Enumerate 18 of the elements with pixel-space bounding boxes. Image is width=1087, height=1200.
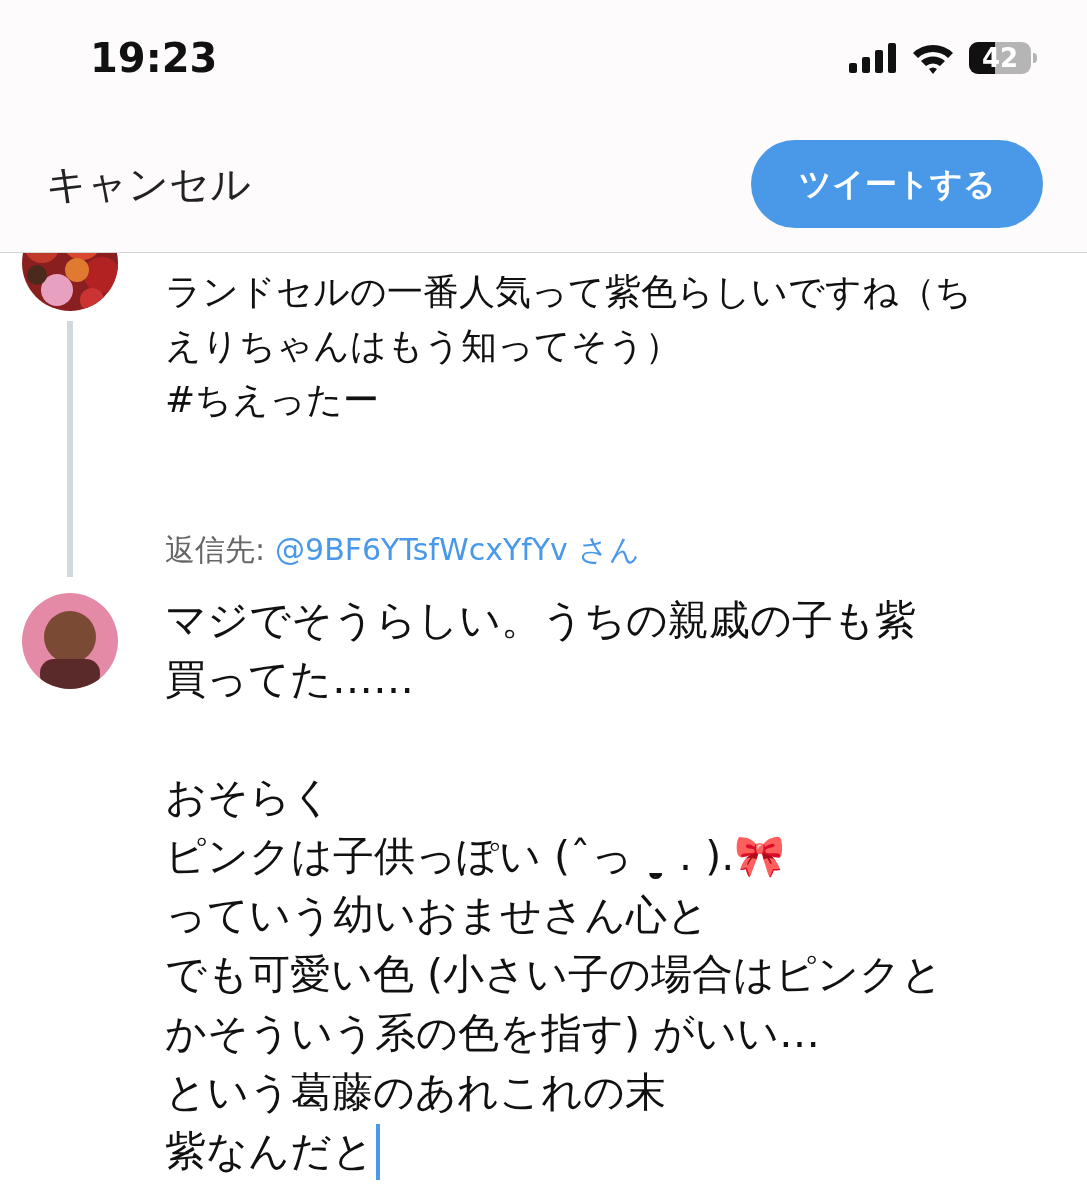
signal-icon bbox=[849, 42, 897, 73]
compose-text-line: でも可愛い色 (小さい子の場合はピンクと bbox=[165, 949, 944, 1000]
compose-text-line: マジでそうらしい。うちの親戚の子も紫 bbox=[165, 595, 916, 646]
compose-text-line: という葛藤のあれこれの末 bbox=[165, 1067, 666, 1118]
tweet-text-line: ランドセルの一番人気って紫色らしいですね（ち bbox=[165, 270, 972, 314]
compose-text-line: おそらく bbox=[165, 772, 333, 823]
reply-to-label: 返信先: bbox=[165, 531, 266, 569]
compose-text-line: っていう幼いおませさん心と bbox=[165, 890, 709, 941]
status-time: 19:23 bbox=[90, 33, 218, 83]
compose-field[interactable]: マジでそうらしい。うちの親戚の子も紫 買ってた…… おそらく ピンクは子供っぽい (ˆっ ˍ̮ . ).🎀 っていう幼いおませさん心と でも可愛い色 (小さい子の場合はピンクと かそういう系の色を指す) がいい… という葛藤のあれこれの末 紫なんだと bbox=[165, 591, 944, 1181]
compose-text-line: 紫なんだと bbox=[165, 1126, 374, 1177]
tweet-text-line: えりちゃんはもう知ってそう） bbox=[165, 324, 682, 368]
compose-text-line: 買ってた…… bbox=[165, 654, 414, 705]
tweet-text-line: #ちえったー bbox=[165, 378, 381, 422]
compose-text-line: かそういう系の色を指す) がいい… bbox=[165, 1008, 821, 1059]
compose-text-line: ピンクは子供っぽい (ˆっ ˍ̮ . ).🎀 bbox=[165, 831, 786, 882]
cancel-button[interactable]: キャンセル bbox=[46, 153, 251, 214]
reply-handle-suffix: さん bbox=[577, 531, 640, 569]
